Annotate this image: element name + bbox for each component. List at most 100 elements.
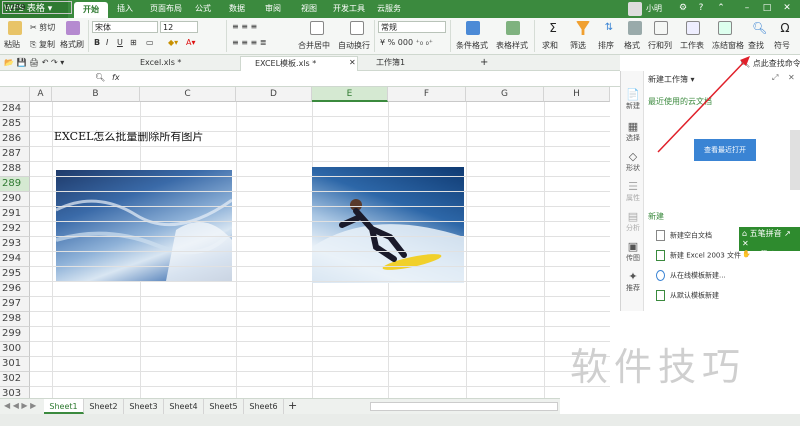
sheet-tab-sheet2[interactable]: Sheet2 — [84, 399, 124, 414]
sheet-tab-sheet3[interactable]: Sheet3 — [124, 399, 164, 414]
add-sheet-icon[interactable]: + — [288, 399, 297, 412]
new-from-online-template[interactable]: 从在线模板新建... — [656, 270, 726, 281]
sheet-icon[interactable] — [686, 21, 700, 35]
row-header[interactable]: 291 — [0, 207, 30, 222]
sidebar-item-properties[interactable]: ☰ 属性 — [621, 180, 645, 203]
sidebar-item-upload[interactable]: ▣ 传图 — [621, 240, 645, 263]
filter-button[interactable]: 筛选 — [570, 40, 586, 51]
column-header-f[interactable]: F — [388, 87, 466, 102]
wrap-text-icon[interactable] — [350, 21, 364, 35]
avatar[interactable] — [628, 2, 642, 16]
row-header[interactable]: 290 — [0, 192, 30, 207]
panel-close-icon[interactable]: ✕ — [788, 73, 795, 82]
doc-tab-active[interactable]: EXCEL模板.xls * — [240, 56, 358, 71]
ime-buttons[interactable]: ✋ ◣ 简 ⚙ — [739, 249, 800, 259]
column-header-b[interactable]: B — [52, 87, 140, 102]
sort-icon[interactable]: ⇅ — [602, 21, 616, 35]
row-header[interactable]: 284 — [0, 102, 30, 117]
tab-developer[interactable]: 开发工具 — [328, 0, 370, 18]
tab-view[interactable]: 视图 — [296, 0, 322, 18]
align-top-buttons[interactable]: ≡ ≡ ≡ — [232, 22, 257, 31]
help-icon[interactable]: ? — [694, 1, 708, 15]
number-format-select[interactable]: 常规 — [378, 21, 446, 33]
number-format-buttons[interactable]: ¥ % 000 ⁺₀ ₀⁺ — [380, 38, 433, 47]
format-painter-icon[interactable] — [66, 21, 80, 35]
copy-button[interactable]: ⎘ 复制 — [30, 39, 55, 50]
merge-center-icon[interactable] — [310, 21, 324, 35]
row-header[interactable]: 300 — [0, 342, 30, 357]
zoom-icon[interactable]: 🔍︎ — [95, 73, 105, 82]
column-header-e[interactable]: E — [312, 87, 388, 102]
font-name-select[interactable]: 宋体 — [92, 21, 158, 33]
row-header[interactable]: 288 — [0, 162, 30, 177]
table-style-button[interactable]: 表格样式 — [496, 40, 528, 51]
new-tab-icon[interactable]: + — [480, 57, 488, 68]
wrap-text-button[interactable]: 自动换行 — [338, 40, 370, 51]
row-header[interactable]: 298 — [0, 312, 30, 327]
fx-button[interactable]: fx — [112, 73, 120, 82]
fill-color-button[interactable]: ◆▾ — [168, 38, 178, 47]
cond-format-button[interactable]: 条件格式 — [456, 40, 488, 51]
maximize-icon[interactable]: □ — [760, 1, 774, 15]
font-color-button[interactable]: A▾ — [186, 38, 196, 47]
format-painter-button[interactable]: 格式刷 — [60, 39, 84, 50]
row-header[interactable]: 295 — [0, 267, 30, 282]
select-all-corner[interactable] — [0, 87, 30, 102]
ime-toolbar[interactable]: ⌂ 五笔拼音 ↗ ✕ ✋ ◣ 简 ⚙ — [739, 227, 800, 258]
row-header[interactable]: 286 — [0, 132, 30, 147]
cond-format-icon[interactable] — [466, 21, 480, 35]
paste-icon[interactable] — [8, 21, 22, 35]
new-from-default-template[interactable]: 从默认模板新建 — [656, 290, 719, 301]
skin-icon[interactable]: ⚙ — [676, 1, 690, 15]
sheet-tab-sheet6[interactable]: Sheet6 — [244, 399, 284, 414]
sum-icon[interactable]: Σ — [546, 21, 560, 35]
doc-tab[interactable]: 工作簿1 — [362, 56, 472, 71]
paste-button[interactable]: 粘贴 — [4, 39, 20, 50]
row-header[interactable]: 293 — [0, 237, 30, 252]
sidebar-item-recommend[interactable]: ✦ 推荐 — [621, 270, 645, 293]
symbol-icon[interactable]: Ω — [778, 21, 792, 35]
symbol-button[interactable]: 符号 — [774, 40, 790, 51]
panel-scrollbar[interactable] — [790, 130, 800, 190]
tab-review[interactable]: 审阅 — [260, 0, 286, 18]
row-header[interactable]: 289 — [0, 177, 30, 192]
column-header-c[interactable]: C — [140, 87, 236, 102]
minimize-icon[interactable]: – — [740, 1, 754, 15]
sidebar-item-select[interactable]: ▦ 选择 — [621, 120, 645, 143]
close-icon[interactable]: ✕ — [780, 1, 794, 15]
table-style-icon[interactable] — [506, 21, 520, 35]
format-icon[interactable] — [628, 21, 642, 35]
wave-image[interactable] — [55, 170, 234, 281]
spreadsheet-grid[interactable]: A B C D E F G H EXCEL怎么批量删除所有图片 284 285 28… — [0, 87, 610, 398]
border-button[interactable]: ⊞ — [130, 38, 137, 47]
freeze-icon[interactable] — [718, 21, 732, 35]
column-header-d[interactable]: D — [236, 87, 312, 102]
font-size-select[interactable]: 12 — [160, 21, 198, 33]
column-header-h[interactable]: H — [544, 87, 610, 102]
formula-input[interactable] — [128, 73, 608, 85]
ribbon-toggle-icon[interactable]: ⌃ — [714, 1, 728, 15]
sidebar-item-analysis[interactable]: ▤ 分析 — [621, 210, 645, 233]
merge-icon[interactable]: ▭ — [146, 38, 154, 47]
tab-cloud[interactable]: 云服务 — [372, 0, 406, 18]
doc-tab[interactable]: Excel.xls * — [126, 56, 236, 71]
new-blank-document[interactable]: 新建空白文档 — [656, 230, 712, 241]
panel-pin-icon[interactable]: ⤢ — [772, 73, 778, 83]
bold-button[interactable]: B — [94, 38, 100, 47]
row-header[interactable]: 287 — [0, 147, 30, 162]
tab-data[interactable]: 数据 — [224, 0, 250, 18]
column-header-g[interactable]: G — [466, 87, 544, 102]
horizontal-scrollbar[interactable] — [370, 402, 558, 411]
row-header[interactable]: 296 — [0, 282, 30, 297]
column-header-a[interactable]: A — [30, 87, 52, 102]
rowcol-icon[interactable] — [654, 21, 668, 35]
underline-button[interactable]: U — [117, 38, 123, 47]
name-box[interactable]: E289 — [2, 1, 72, 14]
row-header[interactable]: 301 — [0, 357, 30, 372]
cut-button[interactable]: ✂ 剪切 — [30, 22, 55, 33]
tab-page-layout[interactable]: 页面布局 — [144, 0, 188, 18]
row-header[interactable]: 285 — [0, 117, 30, 132]
sheet-tab-sheet4[interactable]: Sheet4 — [164, 399, 204, 414]
sidebar-item-shape[interactable]: ◇ 形状 — [621, 150, 645, 173]
row-header[interactable]: 294 — [0, 252, 30, 267]
